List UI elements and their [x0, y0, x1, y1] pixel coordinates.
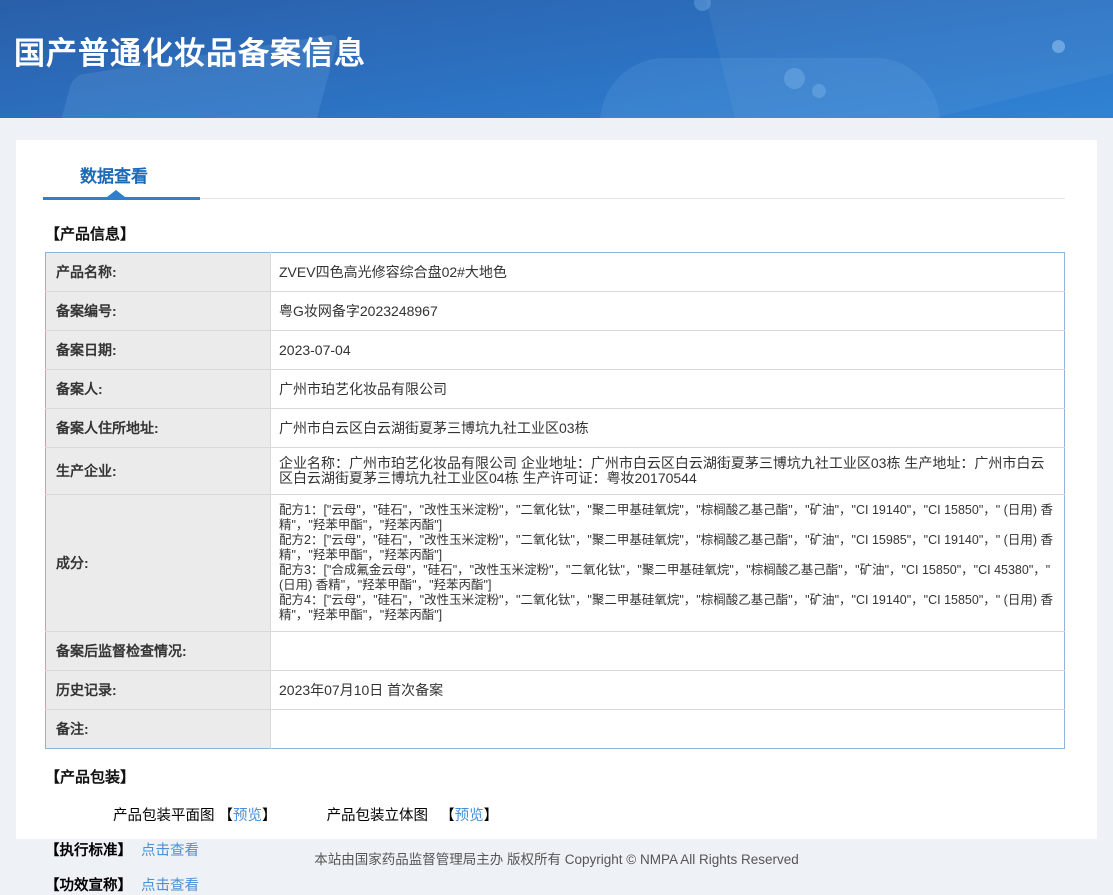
packaging-flat-preview-link[interactable]: 预览: [233, 808, 262, 824]
tab-data-view-label: 数据查看: [80, 167, 148, 186]
table-row: 备案后监督检查情况:: [46, 632, 1065, 671]
row-value: 2023年07月10日 首次备案: [271, 671, 1065, 710]
row-label: 备注:: [46, 710, 271, 749]
standards-label: 【执行标准】: [45, 843, 132, 859]
row-value: 企业名称：广州市珀艺化妆品有限公司 企业地址：广州市白云区白云湖街夏茅三博坑九社…: [271, 448, 1065, 495]
packaging-item-3d: 产品包装立体图 【预览】: [327, 808, 499, 824]
packaging-section-title: 【产品包装】: [45, 766, 1065, 787]
row-value: 广州市珀艺化妆品有限公司: [271, 370, 1065, 409]
row-label: 备案编号:: [46, 292, 271, 331]
formula-line: 配方2：["云母"，"硅石"，"改性玉米淀粉"，"二氧化钛"，"聚二甲基硅氧烷"…: [279, 533, 1056, 563]
bracket-close: 】: [484, 808, 499, 824]
efficacy-view-link[interactable]: 点击查看: [141, 878, 199, 894]
table-row: 备案日期:2023-07-04: [46, 331, 1065, 370]
row-label: 备案人:: [46, 370, 271, 409]
packaging-flat-label: 产品包装平面图: [113, 808, 215, 824]
row-label: 生产企业:: [46, 448, 271, 495]
row-label: 备案日期:: [46, 331, 271, 370]
formula-line: 配方1：["云母"，"硅石"，"改性玉米淀粉"，"二氧化钛"，"聚二甲基硅氧烷"…: [279, 503, 1056, 533]
footer-text: 本站由国家药品监督管理局主办 版权所有 Copyright © NMPA All…: [314, 852, 799, 867]
table-row: 产品名称:ZVEV四色高光修容综合盘02#大地色: [46, 253, 1065, 292]
product-info-section-title: 【产品信息】: [45, 223, 1065, 244]
active-tab-indicator: [43, 197, 200, 200]
tab-data-view[interactable]: 数据查看: [45, 160, 148, 187]
row-value: 2023-07-04: [271, 331, 1065, 370]
row-label: 备案后监督检查情况:: [46, 632, 271, 671]
efficacy-line: 【功效宣称】点击查看: [45, 874, 1065, 895]
row-value: ZVEV四色高光修容综合盘02#大地色: [271, 253, 1065, 292]
active-tab-arrow-icon: [107, 190, 125, 197]
page-title: 国产普通化妆品备案信息: [0, 0, 1113, 73]
tab-bar: 数据查看: [45, 160, 1065, 199]
page-header: 国产普通化妆品备案信息: [0, 0, 1113, 118]
table-row: 历史记录:2023年07月10日 首次备案: [46, 671, 1065, 710]
product-info-table: 产品名称:ZVEV四色高光修容综合盘02#大地色备案编号:粤G妆网备字20232…: [45, 252, 1065, 749]
header-decoration-circle: [812, 84, 826, 98]
row-value: 粤G妆网备字2023248967: [271, 292, 1065, 331]
row-value: [271, 632, 1065, 671]
bracket-close: 】: [262, 808, 277, 824]
row-label: 成分:: [46, 495, 271, 632]
packaging-item-flat: 产品包装平面图 【预览】: [113, 808, 277, 824]
row-label: 备案人住所地址:: [46, 409, 271, 448]
table-row: 备案人:广州市珀艺化妆品有限公司: [46, 370, 1065, 409]
table-row: 备案人住所地址:广州市白云区白云湖街夏茅三博坑九社工业区03栋: [46, 409, 1065, 448]
table-row: 备案编号:粤G妆网备字2023248967: [46, 292, 1065, 331]
bracket-open: 【: [440, 808, 455, 824]
table-row: 生产企业:企业名称：广州市珀艺化妆品有限公司 企业地址：广州市白云区白云湖街夏茅…: [46, 448, 1065, 495]
row-value: 广州市白云区白云湖街夏茅三博坑九社工业区03栋: [271, 409, 1065, 448]
table-row: 备注:: [46, 710, 1065, 749]
main-area: 数据查看 【产品信息】 产品名称:ZVEV四色高光修容综合盘02#大地色备案编号…: [0, 118, 1113, 874]
content-card: 数据查看 【产品信息】 产品名称:ZVEV四色高光修容综合盘02#大地色备案编号…: [16, 140, 1097, 839]
row-label: 产品名称:: [46, 253, 271, 292]
packaging-row: 产品包装平面图 【预览】 产品包装立体图 【预览】: [113, 804, 1065, 825]
page: 国产普通化妆品备案信息 数据查看 【产品信息】 产品名称:ZVEV四色高光修容综…: [0, 0, 1113, 874]
row-value: [271, 710, 1065, 749]
row-label: 历史记录:: [46, 671, 271, 710]
standards-view-link[interactable]: 点击查看: [141, 843, 199, 859]
packaging-3d-preview-link[interactable]: 预览: [455, 808, 484, 824]
formula-line: 配方3：["合成氟金云母"，"硅石"，"改性玉米淀粉"，"二氧化钛"，"聚二甲基…: [279, 563, 1056, 593]
table-row: 成分: 配方1：["云母"，"硅石"，"改性玉米淀粉"，"二氧化钛"，"聚二甲基硅…: [46, 495, 1065, 632]
packaging-3d-label: 产品包装立体图: [327, 808, 429, 824]
formula-line: 配方4：["云母"，"硅石"，"改性玉米淀粉"，"二氧化钛"，"聚二甲基硅氧烷"…: [279, 593, 1056, 623]
bracket-open: 【: [219, 808, 234, 824]
efficacy-label: 【功效宣称】: [45, 878, 132, 894]
row-value: 配方1：["云母"，"硅石"，"改性玉米淀粉"，"二氧化钛"，"聚二甲基硅氧烷"…: [271, 495, 1065, 632]
